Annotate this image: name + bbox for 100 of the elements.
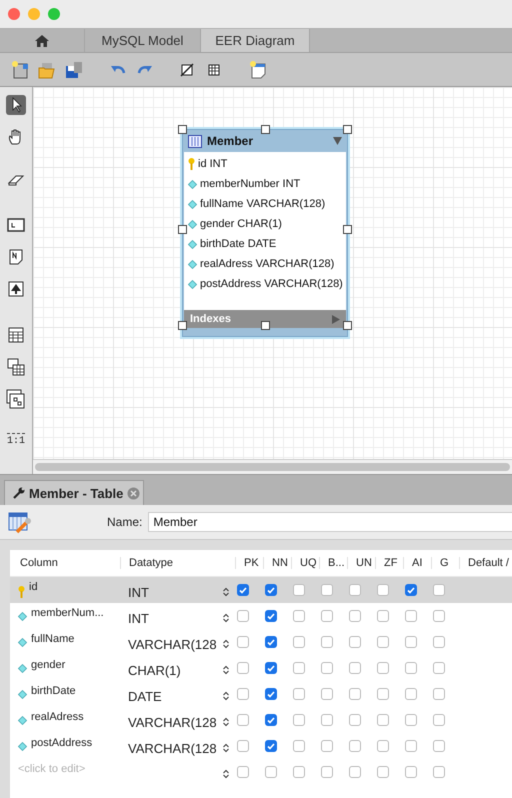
checkbox[interactable]: [293, 740, 305, 752]
close-button[interactable]: [8, 8, 20, 20]
checkbox[interactable]: [265, 766, 277, 778]
checkbox[interactable]: [293, 584, 305, 596]
checkbox[interactable]: [265, 688, 277, 700]
resize-handle[interactable]: [178, 321, 187, 330]
pointer-tool-icon[interactable]: [6, 95, 26, 115]
stepper-icon[interactable]: [223, 613, 229, 623]
checkbox[interactable]: [293, 610, 305, 622]
name-field[interactable]: Member: [148, 512, 512, 532]
checkbox[interactable]: [321, 714, 333, 726]
column-header[interactable]: AI: [403, 557, 431, 569]
checkbox[interactable]: [405, 610, 417, 622]
checkbox[interactable]: [237, 662, 249, 674]
column-header[interactable]: Column: [10, 557, 120, 569]
checkbox[interactable]: [321, 662, 333, 674]
table-entity[interactable]: Member id INT memberNumber INT fullName VARCHAR(128) gender CHAR(1) birthDate DATE realAdress VARCHAR(128) postAddress VARCHAR(128) Indexes: [182, 129, 348, 337]
toggle-grid-icon[interactable]: [178, 60, 196, 78]
collapse-icon[interactable]: [333, 137, 342, 145]
table-tool-icon[interactable]: [6, 325, 26, 345]
checkbox[interactable]: [265, 584, 277, 596]
stepper-icon[interactable]: [223, 743, 229, 753]
column-header[interactable]: G: [431, 557, 459, 569]
expand-icon[interactable]: [332, 314, 340, 324]
checkbox[interactable]: [237, 740, 249, 752]
checkbox[interactable]: [265, 714, 277, 726]
checkbox[interactable]: [321, 688, 333, 700]
checkbox[interactable]: [433, 688, 445, 700]
checkbox[interactable]: [405, 766, 417, 778]
resize-handle[interactable]: [178, 125, 187, 134]
resize-handle[interactable]: [261, 125, 270, 134]
column-header[interactable]: Default /: [459, 557, 512, 569]
column-row[interactable]: birthDate DATE: [10, 681, 512, 707]
document-tab[interactable]: EER Diagram: [201, 29, 310, 52]
resize-handle[interactable]: [343, 321, 352, 330]
checkbox[interactable]: [237, 714, 249, 726]
stepper-icon[interactable]: [223, 691, 229, 701]
checkbox[interactable]: [265, 636, 277, 648]
minimize-button[interactable]: [28, 8, 40, 20]
checkbox[interactable]: [433, 636, 445, 648]
column-header[interactable]: Datatype: [120, 557, 235, 569]
checkbox[interactable]: [293, 766, 305, 778]
zoom-button[interactable]: [48, 8, 60, 20]
checkbox[interactable]: [377, 740, 389, 752]
column-row[interactable]: realAdress VARCHAR(128: [10, 707, 512, 733]
column-header[interactable]: ZF: [375, 557, 403, 569]
checkbox[interactable]: [321, 584, 333, 596]
stepper-icon[interactable]: [223, 717, 229, 727]
resize-handle[interactable]: [261, 321, 270, 330]
checkbox[interactable]: [237, 766, 249, 778]
checkbox[interactable]: [377, 688, 389, 700]
checkbox[interactable]: [349, 688, 361, 700]
new-diagram-icon[interactable]: [249, 60, 267, 78]
checkbox[interactable]: [321, 636, 333, 648]
checkbox[interactable]: [433, 662, 445, 674]
resize-handle[interactable]: [343, 225, 352, 234]
column-header[interactable]: UQ: [291, 557, 319, 569]
save-icon[interactable]: [65, 60, 83, 78]
stepper-icon[interactable]: [223, 665, 229, 675]
checkbox[interactable]: [237, 688, 249, 700]
stepper-icon[interactable]: [223, 639, 229, 649]
checkbox[interactable]: [433, 610, 445, 622]
checkbox[interactable]: [405, 740, 417, 752]
checkbox[interactable]: [349, 714, 361, 726]
checkbox[interactable]: [405, 636, 417, 648]
checkbox[interactable]: [265, 610, 277, 622]
checkbox[interactable]: [293, 714, 305, 726]
routine-tool-icon[interactable]: [6, 389, 26, 409]
checkbox[interactable]: [321, 740, 333, 752]
column-row[interactable]: id INT: [10, 577, 512, 603]
checkbox[interactable]: [293, 636, 305, 648]
checkbox[interactable]: [377, 584, 389, 596]
checkbox[interactable]: [321, 766, 333, 778]
column-header[interactable]: B...: [319, 557, 347, 569]
checkbox[interactable]: [405, 688, 417, 700]
checkbox[interactable]: [237, 610, 249, 622]
folder-icon[interactable]: [38, 60, 56, 78]
checkbox[interactable]: [433, 740, 445, 752]
checkbox[interactable]: [321, 610, 333, 622]
checkbox[interactable]: [405, 584, 417, 596]
checkbox[interactable]: [237, 636, 249, 648]
checkbox[interactable]: [433, 766, 445, 778]
column-row[interactable]: fullName VARCHAR(128: [10, 629, 512, 655]
checkbox[interactable]: [405, 714, 417, 726]
checkbox[interactable]: [377, 610, 389, 622]
checkbox[interactable]: [349, 610, 361, 622]
column-row[interactable]: memberNum... INT: [10, 603, 512, 629]
checkbox[interactable]: [377, 662, 389, 674]
checkbox[interactable]: [265, 662, 277, 674]
checkbox[interactable]: [349, 636, 361, 648]
checkbox[interactable]: [349, 584, 361, 596]
stepper-icon[interactable]: [223, 769, 229, 779]
checkbox[interactable]: [293, 688, 305, 700]
checkbox[interactable]: [349, 740, 361, 752]
scrollbar-thumb[interactable]: [35, 463, 510, 471]
column-header[interactable]: NN: [263, 557, 291, 569]
column-header[interactable]: UN: [347, 557, 375, 569]
checkbox[interactable]: [433, 714, 445, 726]
column-row[interactable]: postAddress VARCHAR(128: [10, 733, 512, 759]
resize-handle[interactable]: [178, 225, 187, 234]
